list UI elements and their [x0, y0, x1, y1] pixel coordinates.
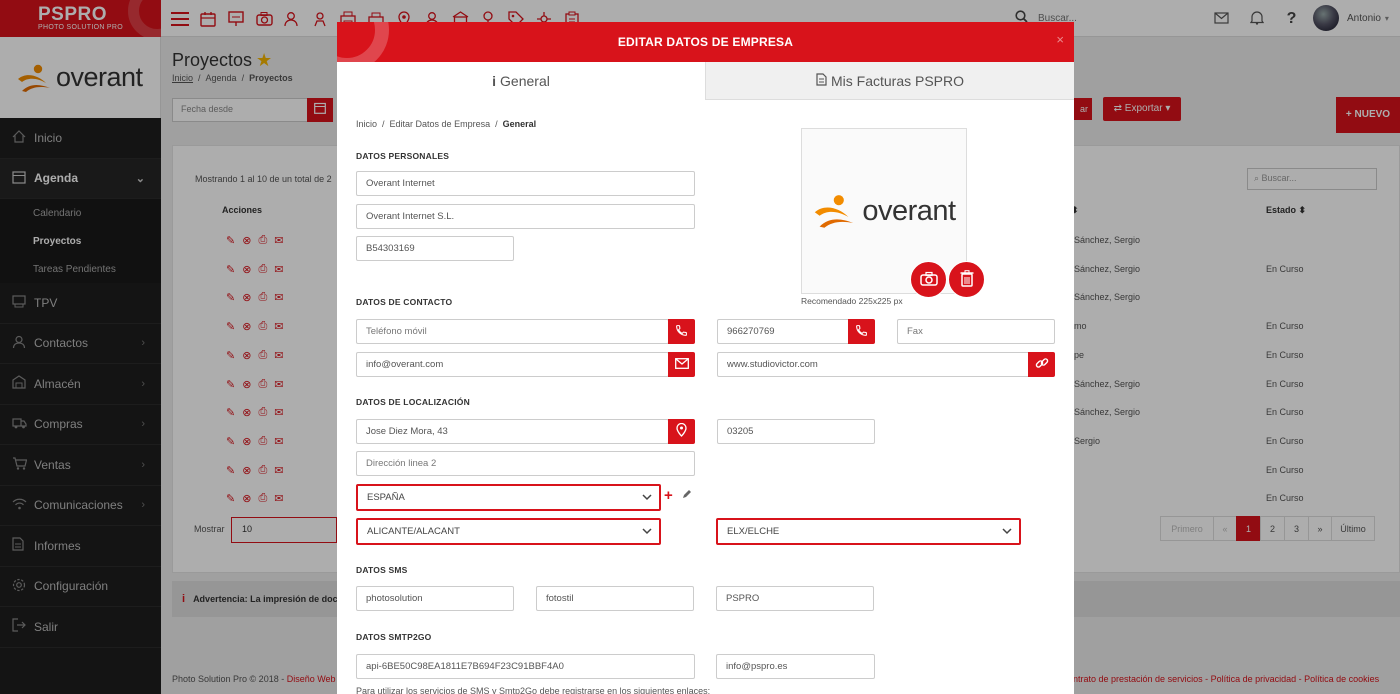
- upload-logo-button[interactable]: [910, 261, 947, 298]
- trash-icon: [960, 269, 974, 290]
- breadcrumb-current: General: [502, 119, 537, 129]
- section-datos-personales: DATOS PERSONALES: [356, 151, 450, 161]
- tab-label: General: [500, 73, 550, 89]
- country-select[interactable]: ESPAÑA: [356, 484, 661, 511]
- sms-password-input[interactable]: fotostil: [536, 586, 694, 611]
- section-datos-smtp: DATOS SMTP2GO: [356, 632, 432, 642]
- phone-input[interactable]: 966270769: [717, 319, 850, 344]
- address-line1-input[interactable]: Jose Diez Mora, 43: [356, 419, 669, 444]
- camera-icon: [919, 271, 938, 289]
- modal-breadcrumb: Inicio / Editar Datos de Empresa / General: [356, 119, 537, 129]
- select-value: ELX/ELCHE: [727, 526, 780, 537]
- registration-note: Para utilizar los servicios de SMS y Smt…: [356, 686, 711, 694]
- mail-icon: [674, 357, 689, 372]
- send-email-button[interactable]: [668, 352, 695, 377]
- tab-mis-facturas[interactable]: Mis Facturas PSPRO: [705, 62, 1074, 100]
- legal-name-input[interactable]: Overant Internet S.L.: [356, 204, 695, 229]
- tax-id-input[interactable]: B54303169: [356, 236, 514, 261]
- edit-country-icon[interactable]: [682, 489, 692, 502]
- address-line2-input[interactable]: Dirección linea 2: [356, 451, 695, 476]
- postal-code-input[interactable]: 03205: [717, 419, 875, 444]
- phone-icon: [855, 324, 868, 340]
- logo-text: overant: [862, 194, 956, 227]
- open-website-button[interactable]: [1028, 352, 1055, 377]
- overant-logo-icon: [815, 195, 854, 228]
- add-country-icon[interactable]: +: [664, 487, 673, 504]
- smtp-api-key-input[interactable]: api-6BE50C98EA1811E7B694F23C91BBF4A0: [356, 654, 695, 679]
- mobile-phone-input[interactable]: Teléfono móvil: [356, 319, 669, 344]
- info-icon: i: [492, 73, 497, 89]
- link-icon: [1035, 356, 1049, 373]
- sms-user-input[interactable]: photosolution: [356, 586, 514, 611]
- modal-title: EDITAR DATOS DE EMPRESA: [617, 35, 794, 49]
- breadcrumb-item[interactable]: Inicio: [356, 119, 377, 129]
- chevron-down-icon: [641, 525, 653, 540]
- select-value: ALICANTE/ALACANT: [367, 526, 460, 537]
- city-select[interactable]: ELX/ELCHE: [716, 518, 1021, 545]
- tab-general[interactable]: i General: [337, 62, 705, 100]
- delete-logo-button[interactable]: [948, 261, 985, 298]
- company-name-input[interactable]: Overant Internet: [356, 171, 695, 196]
- smtp-email-input[interactable]: info@pspro.es: [716, 654, 875, 679]
- tab-label: Mis Facturas PSPRO: [830, 72, 965, 89]
- call-phone-button[interactable]: [848, 319, 875, 344]
- section-datos-sms: DATOS SMS: [356, 565, 408, 575]
- sms-sender-input[interactable]: PSPRO: [716, 586, 874, 611]
- location-pin-icon: [676, 422, 687, 440]
- select-value: ESPAÑA: [367, 492, 405, 503]
- modal-tabs: i General Mis Facturas PSPRO: [337, 62, 1074, 100]
- breadcrumb-item[interactable]: Editar Datos de Empresa: [390, 119, 491, 129]
- chevron-down-icon: [641, 491, 653, 506]
- phone-icon: [675, 324, 688, 340]
- call-mobile-button[interactable]: [668, 319, 695, 344]
- province-select[interactable]: ALICANTE/ALACANT: [356, 518, 661, 545]
- chevron-down-icon: [1001, 525, 1013, 540]
- website-input[interactable]: www.studiovictor.com: [717, 352, 1030, 377]
- fax-input[interactable]: Fax: [897, 319, 1055, 344]
- map-location-button[interactable]: [668, 419, 695, 444]
- close-icon[interactable]: ×: [1056, 32, 1064, 47]
- edit-company-modal: EDITAR DATOS DE EMPRESA × i General Mis …: [337, 22, 1074, 694]
- section-datos-localizacion: DATOS DE LOCALIZACIÓN: [356, 397, 470, 407]
- invoice-icon: [816, 72, 827, 89]
- modal-header: EDITAR DATOS DE EMPRESA ×: [337, 22, 1074, 62]
- section-datos-contacto: DATOS DE CONTACTO: [356, 297, 453, 307]
- email-input[interactable]: info@overant.com: [356, 352, 669, 377]
- logo-size-hint: Recomendado 225x225 px: [801, 296, 903, 306]
